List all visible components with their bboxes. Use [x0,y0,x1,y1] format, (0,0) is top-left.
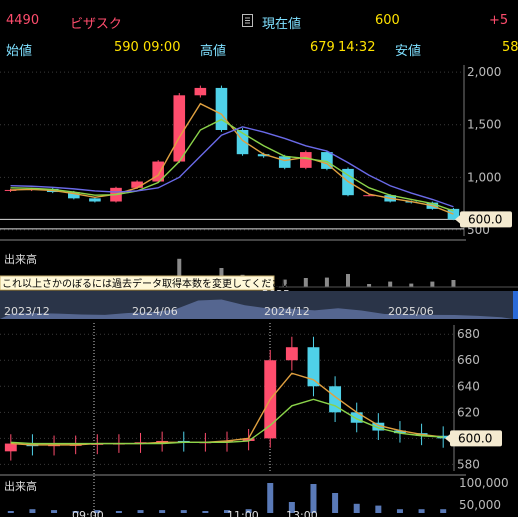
d-candle-2025/01 [300,150,312,170]
low-value: 58 [502,40,518,55]
daily-volume-bar-2025/02 [324,277,329,287]
timeline-label-2024-06: 2024/06 [132,305,178,318]
intraday-volume-bar-13:00 [159,510,166,513]
intraday-volume-bar-09:00 [7,511,14,513]
i-candle-14:45 [307,336,320,397]
intraday-volume-bar-14:50 [332,493,339,513]
intraday-volume-bar-14:35 [267,483,274,513]
timeline-label-2024-12: 2024/12 [264,305,310,318]
daily-price-panel[interactable]: 2,0001,5001,000500 600.0 [0,65,512,237]
price-change: +5 [489,13,509,28]
daily-volume-bar-2025/03 [346,274,350,287]
stock-name: ビザスク [70,17,122,32]
y-tick-d-2: 1,000 [467,170,501,184]
intraday-volume-bar-15:30 [440,509,447,513]
intraday-volume-bar-14:00 [202,511,209,513]
open-value: 590 [114,40,139,55]
i-candle-14:55 [350,402,363,433]
volume-tick-50000: 50,000 [459,498,501,512]
i-candle-09:00 [4,434,17,461]
daily-price-tag: 600.0 [455,211,512,228]
data-limit-notice-text: これ以上さかのぼるには過去データ取得本数を変更してください [2,277,291,290]
daily-volume-bar-2025/06 [409,283,414,287]
chart-area[interactable]: 2,0001,5001,000500 600.0 出来高 これ以上さかのぼるには… [0,57,518,517]
data-limit-notice: これ以上さかのぼるには過去データ取得本数を変更してください [0,275,291,291]
y-tick-i-2: 640 [457,379,480,393]
y-tick-i-1: 660 [457,353,480,367]
timeline-navigator[interactable]: 2023/12 2024/06 2024/12 2025/06 [0,291,518,319]
intraday-price-tag: 600.0 [445,430,502,447]
daily-price-tag-text: 600.0 [468,212,502,226]
intraday-volume-bar-14:55 [353,503,360,513]
intraday-volume-bar-15:10 [396,509,403,513]
intraday-volume-bar-15:00 [375,505,382,513]
current-price-label: 現在値 [262,17,302,32]
y-tick-i-5: 580 [457,457,480,471]
intraday-volume-bar-11:30 [115,511,122,513]
current-price-value: 600 [375,13,400,28]
daily-volume-label: 出来高 [4,252,37,266]
time-label-1300: 13:00 [286,509,318,517]
timeline-label-2025-06: 2025/06 [388,305,434,318]
daily-volume-bar-2025/01 [303,278,308,287]
intraday-volume-bar-10:00 [51,510,58,513]
high-value: 679 [310,40,335,55]
intraday-volume-bar-12:30 [137,510,144,513]
time-label-1100: 11:00 [227,509,259,517]
d-candle-2024/07 [173,93,186,163]
quote-header-row-2: 始値 590 09:00 高値 679 14:32 安値 58 [0,37,518,59]
y-tick-i-3: 620 [457,405,480,419]
d-candle-2024/08 [194,85,207,98]
navigator-handle[interactable] [513,291,518,319]
i-candle-14:40 [285,336,298,371]
y-tick-d-1: 1,500 [467,118,501,132]
y-tick-i-0: 680 [457,327,480,341]
stock-code: 4490 [6,13,40,28]
time-label-0900: 09:00 [72,509,104,517]
open-time: 09:00 [143,40,181,55]
daily-candles [4,85,460,221]
d-candle-2024/10 [236,128,249,156]
quote-header-row-1: 4490 ビザスク 現在値 600 +5 [0,10,518,32]
y-tick-d-0: 2,000 [467,65,501,79]
intraday-volume-bar-13:30 [180,510,187,513]
document-icon[interactable] [242,14,253,27]
timeline-label-2023-12: 2023/12 [4,305,50,318]
intraday-price-tag-text: 600.0 [458,431,492,445]
intraday-volume-bar-15:20 [418,509,425,513]
daily-volume-bar-2025/05 [388,281,393,287]
intraday-volume-label: 出来高 [4,479,37,493]
intraday-volume-bar-09:30 [29,509,36,513]
intraday-price-panel[interactable]: 680660640620600580 600.0 [0,323,502,517]
volume-tick-100000: 100,000 [459,476,509,490]
intraday-volume-panel: 出来高 100,000 50,000 [0,474,509,513]
d-candle-2024/09 [215,85,228,132]
daily-volume-bar-2025/07 [430,281,435,287]
high-time: 14:32 [338,40,376,55]
daily-volume-bar-2025/08 [451,280,456,287]
d-candle-2024/03 [89,197,101,203]
intraday-time-axis: 09:00 11:00 13:00 [72,509,318,517]
